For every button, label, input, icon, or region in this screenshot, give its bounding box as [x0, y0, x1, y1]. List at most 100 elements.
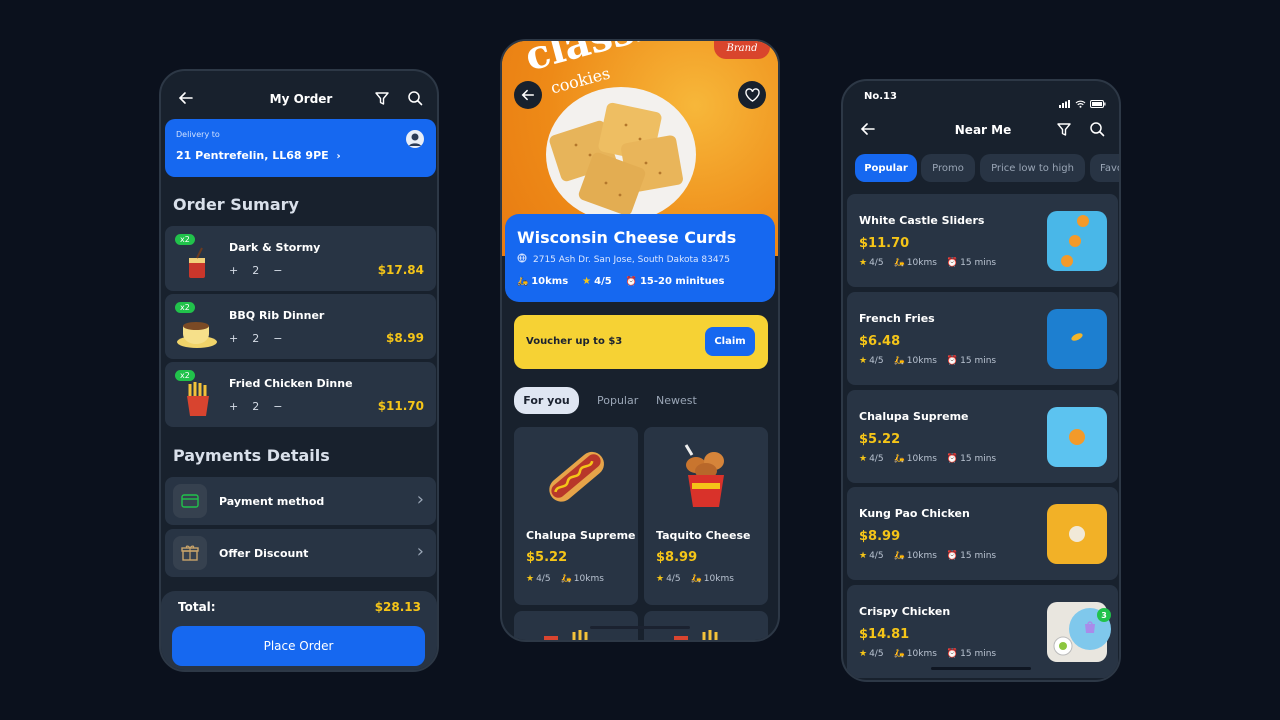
battery-icon	[1090, 93, 1106, 112]
product-name: Taquito Cheese	[656, 529, 751, 542]
filter-icon[interactable]	[371, 87, 393, 109]
distance-value: 10kms	[703, 574, 734, 584]
distance-value: 10kms	[531, 276, 569, 287]
delivery-address-card[interactable]: Delivery to 21 Pentrefelin, LL68 9PE ›	[165, 119, 436, 177]
chevron-right-icon: ›	[336, 151, 341, 162]
total-value: $28.13	[374, 600, 421, 614]
quantity-stepper[interactable]: + 2 −	[229, 400, 282, 413]
chip-promo[interactable]: Promo	[921, 154, 975, 182]
decrease-button[interactable]: −	[273, 400, 282, 413]
food-image	[1047, 504, 1107, 564]
restaurant-item[interactable]: French Fries $6.48 ★ 4/5 🛵 10kms ⏰ 15 mins	[847, 292, 1118, 385]
product-name: Chalupa Supreme	[526, 529, 636, 542]
quantity-badge: x2	[175, 370, 195, 381]
delivery-address: 21 Pentrefelin, LL68 9PE ›	[176, 149, 341, 162]
item-name: BBQ Rib Dinner	[229, 309, 325, 322]
chevron-right-icon: ›	[416, 541, 424, 562]
time-value: 15 mins	[960, 258, 997, 268]
checkout-panel: Total: $28.13 Place Order	[161, 591, 437, 670]
offer-discount-row[interactable]: Offer Discount ›	[165, 529, 436, 577]
gift-icon	[173, 536, 207, 570]
star-icon: ★	[526, 574, 535, 584]
time-value: 15 mins	[960, 356, 997, 366]
back-arrow-icon[interactable]	[175, 87, 197, 109]
product-card[interactable]: Chalupa Supreme $5.22 ★ 4/5 🛵 10kms	[514, 427, 638, 605]
my-order-screen: My Order Delivery to 21 Pentrefelin, LL6…	[159, 69, 439, 672]
decrease-button[interactable]: −	[273, 332, 282, 345]
fries-image	[674, 629, 734, 640]
claim-button[interactable]: Claim	[705, 327, 755, 356]
delivery-address-text: 21 Pentrefelin, LL68 9PE	[176, 149, 329, 162]
order-item[interactable]: x2 BBQ Rib Dinner + 2 − $8.99	[165, 294, 436, 359]
clock-icon: ⏰	[946, 649, 959, 659]
page-title: Near Me	[954, 123, 1012, 137]
status-icons	[1059, 93, 1106, 112]
clock-icon: ⏰	[625, 276, 637, 287]
star-icon: ★	[859, 551, 868, 561]
decrease-button[interactable]: −	[273, 264, 282, 277]
restaurant-item[interactable]: Chalupa Supreme $5.22 ★ 4/5 🛵 10kms ⏰ 15 mi…	[847, 390, 1118, 483]
food-image	[1047, 309, 1107, 369]
star-icon: ★	[859, 649, 868, 659]
item-name: Crispy Chicken	[859, 605, 951, 618]
cart-count-badge: 3	[1097, 608, 1111, 622]
payment-method-label: Payment method	[219, 495, 325, 508]
item-meta: ★ 4/5 🛵 10kms ⏰ 15 mins	[859, 258, 996, 268]
scooter-icon: 🛵	[893, 551, 905, 561]
payment-method-row[interactable]: Payment method ›	[165, 477, 436, 525]
increase-button[interactable]: +	[229, 400, 238, 413]
scooter-icon: 🛵	[893, 454, 905, 464]
quantity-stepper[interactable]: + 2 −	[229, 332, 282, 345]
quantity-stepper[interactable]: + 2 −	[229, 264, 282, 277]
chip-price-low-to-high[interactable]: Price low to high	[980, 154, 1085, 182]
search-icon[interactable]	[1086, 118, 1108, 140]
scooter-icon: 🛵	[893, 258, 905, 268]
rating-value: 4/5	[869, 649, 884, 659]
place-order-button[interactable]: Place Order	[172, 626, 425, 666]
item-price: $5.22	[859, 432, 901, 447]
back-arrow-icon[interactable]	[514, 81, 542, 109]
food-image	[1047, 407, 1107, 467]
delivery-label: Delivery to	[176, 130, 220, 139]
avatar[interactable]	[406, 130, 424, 148]
plate-image	[546, 87, 696, 222]
heart-icon[interactable]	[738, 81, 766, 109]
search-icon[interactable]	[404, 87, 426, 109]
tab-newest[interactable]: Newest	[656, 394, 697, 407]
item-price: $6.48	[859, 334, 901, 349]
restaurant-info-card: Wisconsin Cheese Curds 2715 Ash Dr. San …	[505, 214, 775, 302]
quantity-value: 2	[252, 264, 260, 277]
tab-popular[interactable]: Popular	[597, 394, 638, 407]
restaurant-item[interactable]: Kung Pao Chicken $8.99 ★ 4/5 🛵 10kms ⏰ 15 m…	[847, 487, 1118, 580]
quantity-badge: x2	[175, 234, 195, 245]
rating-value: 4/5	[869, 551, 884, 561]
brand-logo: Brand	[714, 41, 770, 59]
coffee-image	[175, 312, 219, 350]
offer-discount-label: Offer Discount	[219, 547, 309, 560]
order-item[interactable]: x2 Fried Chicken Dinne + 2 − $11.70	[165, 362, 436, 427]
order-summary-title: Order Sumary	[173, 195, 299, 214]
chip-favorite[interactable]: Favo	[1090, 154, 1119, 182]
item-meta: ★ 4/5 🛵 10kms ⏰ 15 mins	[859, 649, 996, 659]
clock-icon: ⏰	[946, 551, 959, 561]
time-value: 15-20 minitues	[639, 276, 725, 287]
total-label: Total:	[178, 600, 216, 614]
back-arrow-icon[interactable]	[857, 118, 879, 140]
item-meta: ★ 4/5 🛵 10kms ⏰ 15 mins	[859, 551, 996, 561]
order-item[interactable]: x2 Dark & Stormy + 2 − $17.84	[165, 226, 436, 291]
filter-icon[interactable]	[1053, 118, 1075, 140]
payments-title: Payments Details	[173, 446, 330, 465]
increase-button[interactable]: +	[229, 332, 238, 345]
star-icon: ★	[859, 258, 868, 268]
restaurant-item[interactable]: White Castle Sliders $11.70 ★ 4/5 🛵 10kms …	[847, 194, 1118, 287]
tab-for-you[interactable]: For you	[514, 387, 579, 414]
hotdog-image	[540, 441, 612, 511]
clock-icon: ⏰	[946, 258, 959, 268]
increase-button[interactable]: +	[229, 264, 238, 277]
product-card[interactable]: Taquito Cheese $8.99 ★ 4/5 🛵 10kms	[644, 427, 768, 605]
chip-popular[interactable]: Popular	[855, 154, 917, 182]
restaurant-name: Wisconsin Cheese Curds	[517, 228, 737, 247]
scooter-icon: 🛵	[893, 649, 905, 659]
time-value: 15 mins	[960, 551, 997, 561]
restaurant-item[interactable]: Crispy Chicken $14.81 ★ 4/5 🛵 10kms ⏰ 15 mi…	[847, 585, 1118, 678]
